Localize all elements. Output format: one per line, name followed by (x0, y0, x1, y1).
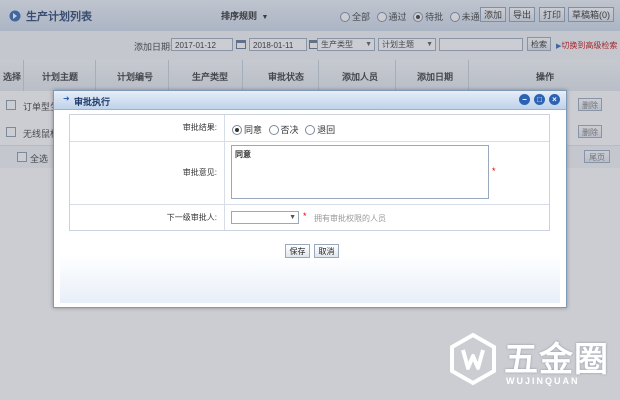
next-approver-label: 下一级审批人: (70, 205, 225, 230)
required-mark: * (303, 211, 307, 221)
maximize-icon[interactable]: □ (534, 94, 545, 105)
next-approver-hint: 拥有审批权限的人员 (314, 214, 386, 223)
result-option-return[interactable]: 退回 (305, 125, 335, 135)
required-mark: * (492, 166, 496, 176)
minimize-icon[interactable]: − (519, 94, 530, 105)
result-options: 同意 否决 退回 (232, 123, 335, 136)
radio-icon (268, 125, 279, 135)
opinion-textarea[interactable]: 同意 (231, 145, 489, 199)
approval-form: 审批结果: 同意 否决 退回 审批意见: 同意 * 下一级审批人: ▼ * 拥有… (69, 114, 550, 231)
radio-icon (305, 125, 316, 135)
result-row: 审批结果: 同意 否决 退回 (70, 115, 549, 142)
save-button[interactable]: 保存 (285, 244, 310, 258)
approval-dialog: ➜ 审批执行 − □ × 审批结果: 同意 否决 退回 审批意见: 同意 * 下… (53, 90, 567, 308)
result-label: 审批结果: (70, 115, 225, 141)
cancel-button[interactable]: 取消 (314, 244, 339, 258)
arrow-right-icon: ➜ (63, 94, 70, 103)
close-icon[interactable]: × (549, 94, 560, 105)
radio-selected-icon (232, 125, 242, 135)
opinion-label: 审批意见: (70, 142, 225, 204)
chevron-down-icon: ▼ (289, 214, 296, 221)
dialog-body: 审批结果: 同意 否决 退回 审批意见: 同意 * 下一级审批人: ▼ * 拥有… (60, 110, 560, 303)
brand-name: 五金圈 (504, 341, 609, 379)
result-option-agree[interactable]: 同意 (232, 125, 262, 135)
dialog-title: 审批执行 (74, 97, 111, 107)
next-approver-row: 下一级审批人: ▼ * 拥有审批权限的人员 (70, 205, 549, 230)
brand-pinyin: WUJINQUAN (506, 376, 580, 386)
opinion-row: 审批意见: 同意 * (70, 142, 549, 205)
next-approver-select[interactable]: ▼ (231, 211, 299, 224)
watermark-logo: 五金圈 WUJINQUAN (446, 330, 611, 390)
result-option-reject[interactable]: 否决 (268, 125, 299, 135)
brand-logo-icon (450, 332, 496, 386)
dialog-header[interactable]: ➜ 审批执行 − □ × (54, 91, 566, 110)
